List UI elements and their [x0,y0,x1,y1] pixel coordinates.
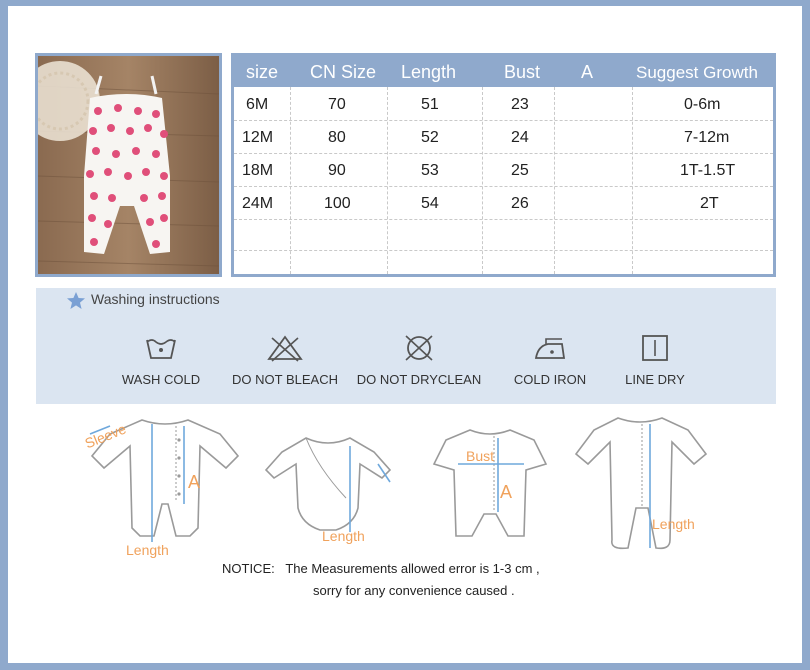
a-label: A [188,472,201,492]
diagram-short-romper: Bust A [430,412,550,557]
wash-label: DO NOT DRYCLEAN [356,372,482,387]
wash-label: LINE DRY [625,372,685,387]
washing-title: Washing instructions [91,291,220,307]
header-a: A [581,62,594,82]
diagram-footed-romper: Length [570,412,710,557]
cell-size: 12M [242,129,274,146]
product-photo [35,53,222,277]
footed-romper-illustration [574,417,708,550]
cell-cn-size: 80 [328,129,346,146]
cell-length: 52 [421,129,439,146]
size-table: size CN Size Length Bust A Suggest Growt… [231,53,776,277]
length-label: Length [652,516,695,532]
washing-instructions: Washing instructions WASH COLD DO NOT BL… [36,288,776,404]
header-size: size [246,62,279,82]
length-label: Length [322,528,365,544]
wash-cold-icon [146,339,176,359]
line-dry-item: LINE DRY [590,334,720,387]
cell-bust: 26 [511,195,529,212]
cell-growth: 0-6m [684,96,721,113]
size-table-header: size CN Size Length Bust A Suggest Growt… [234,56,773,87]
no-dryclean-icon [405,335,433,361]
wash-label: WASH COLD [121,372,201,387]
cell-length: 51 [421,96,439,113]
no-bleach-item: DO NOT BLEACH [220,334,350,387]
cell-size: 6M [246,96,269,113]
cell-size: 18M [242,162,274,179]
cell-cn-size: 100 [324,195,351,212]
table-row: 24M 100 54 26 2T [234,187,773,220]
cell-bust: 23 [511,96,529,113]
header-bust: Bust [504,62,541,82]
diagram-long-romper: Sleeve A Length [80,412,250,558]
cell-growth: 2T [700,195,719,212]
bust-label: Bust [466,448,495,464]
no-dryclean-item: DO NOT DRYCLEAN [354,334,484,387]
cell-growth: 1T-1.5T [680,162,736,179]
cell-length: 54 [421,195,439,212]
product-photo-image [38,56,219,274]
length-label: Length [126,542,169,558]
line-dry-icon [642,335,668,361]
notice-line-1: NOTICE: The Measurements allowed error i… [222,561,540,576]
cell-length: 53 [421,162,439,179]
header-length: Length [401,62,457,82]
table-row: 12M 80 52 24 7-12m [234,121,773,154]
diagram-bodysuit: Length [258,412,398,557]
short-romper-illustration [432,429,548,537]
cell-size: 24M [242,195,274,212]
table-row: 6M 70 51 23 0-6m [234,88,773,121]
wash-cold-item: WASH COLD [96,334,226,387]
header-cn-size: CN Size [310,62,377,82]
a-label: A [500,482,513,502]
no-bleach-icon [267,335,303,362]
cell-cn-size: 90 [328,162,346,179]
cell-bust: 24 [511,129,529,146]
header-suggest-growth: Suggest Growth [636,63,758,82]
table-divider [234,250,773,251]
cell-bust: 25 [511,162,529,179]
table-row: 18M 90 53 25 1T-1.5T [234,154,773,187]
star-icon [67,292,85,309]
notice-line-2: sorry for any convenience caused . [313,583,515,598]
cell-cn-size: 70 [328,96,346,113]
wash-label: DO NOT BLEACH [232,372,338,387]
cold-iron-icon [534,338,566,359]
cell-growth: 7-12m [684,129,730,146]
